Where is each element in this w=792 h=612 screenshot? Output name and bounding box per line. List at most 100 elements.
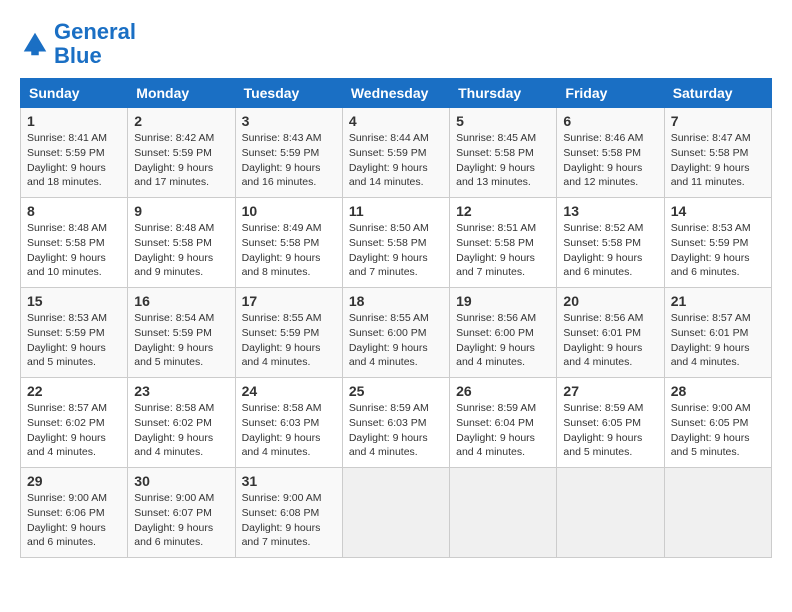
cell-content: Sunrise: 8:56 AMSunset: 6:00 PMDaylight:… (456, 311, 550, 370)
calendar-cell: 9 Sunrise: 8:48 AMSunset: 5:58 PMDayligh… (128, 198, 235, 288)
calendar-cell (342, 468, 449, 558)
calendar-cell: 27 Sunrise: 8:59 AMSunset: 6:05 PMDaylig… (557, 378, 664, 468)
day-number: 27 (563, 383, 657, 399)
day-number: 22 (27, 383, 121, 399)
calendar-cell: 11 Sunrise: 8:50 AMSunset: 5:58 PMDaylig… (342, 198, 449, 288)
calendar-cell: 23 Sunrise: 8:58 AMSunset: 6:02 PMDaylig… (128, 378, 235, 468)
cell-content: Sunrise: 8:56 AMSunset: 6:01 PMDaylight:… (563, 311, 657, 370)
day-number: 1 (27, 113, 121, 129)
day-number: 9 (134, 203, 228, 219)
calendar-cell: 1 Sunrise: 8:41 AMSunset: 5:59 PMDayligh… (21, 108, 128, 198)
calendar-cell: 6 Sunrise: 8:46 AMSunset: 5:58 PMDayligh… (557, 108, 664, 198)
cell-content: Sunrise: 8:58 AMSunset: 6:03 PMDaylight:… (242, 401, 336, 460)
day-number: 28 (671, 383, 765, 399)
cell-content: Sunrise: 8:43 AMSunset: 5:59 PMDaylight:… (242, 131, 336, 190)
day-number: 13 (563, 203, 657, 219)
cell-content: Sunrise: 8:59 AMSunset: 6:03 PMDaylight:… (349, 401, 443, 460)
cell-content: Sunrise: 8:47 AMSunset: 5:58 PMDaylight:… (671, 131, 765, 190)
cell-content: Sunrise: 8:59 AMSunset: 6:05 PMDaylight:… (563, 401, 657, 460)
calendar-cell: 8 Sunrise: 8:48 AMSunset: 5:58 PMDayligh… (21, 198, 128, 288)
day-number: 31 (242, 473, 336, 489)
day-number: 30 (134, 473, 228, 489)
day-number: 16 (134, 293, 228, 309)
calendar-cell: 28 Sunrise: 9:00 AMSunset: 6:05 PMDaylig… (664, 378, 771, 468)
day-number: 8 (27, 203, 121, 219)
cell-content: Sunrise: 8:58 AMSunset: 6:02 PMDaylight:… (134, 401, 228, 460)
logo-icon (20, 29, 50, 59)
logo: General Blue (20, 20, 136, 68)
cell-content: Sunrise: 8:52 AMSunset: 5:58 PMDaylight:… (563, 221, 657, 280)
cell-content: Sunrise: 9:00 AMSunset: 6:06 PMDaylight:… (27, 491, 121, 550)
calendar-cell: 2 Sunrise: 8:42 AMSunset: 5:59 PMDayligh… (128, 108, 235, 198)
calendar-week-row: 22 Sunrise: 8:57 AMSunset: 6:02 PMDaylig… (21, 378, 772, 468)
day-number: 29 (27, 473, 121, 489)
day-number: 11 (349, 203, 443, 219)
weekday-header: Monday (128, 79, 235, 108)
weekday-header: Tuesday (235, 79, 342, 108)
calendar-cell: 21 Sunrise: 8:57 AMSunset: 6:01 PMDaylig… (664, 288, 771, 378)
day-number: 3 (242, 113, 336, 129)
calendar-cell: 20 Sunrise: 8:56 AMSunset: 6:01 PMDaylig… (557, 288, 664, 378)
cell-content: Sunrise: 8:54 AMSunset: 5:59 PMDaylight:… (134, 311, 228, 370)
calendar-cell: 19 Sunrise: 8:56 AMSunset: 6:00 PMDaylig… (450, 288, 557, 378)
calendar-cell: 4 Sunrise: 8:44 AMSunset: 5:59 PMDayligh… (342, 108, 449, 198)
cell-content: Sunrise: 8:48 AMSunset: 5:58 PMDaylight:… (134, 221, 228, 280)
day-number: 10 (242, 203, 336, 219)
calendar-cell: 14 Sunrise: 8:53 AMSunset: 5:59 PMDaylig… (664, 198, 771, 288)
day-number: 19 (456, 293, 550, 309)
day-number: 21 (671, 293, 765, 309)
cell-content: Sunrise: 8:53 AMSunset: 5:59 PMDaylight:… (671, 221, 765, 280)
weekday-header: Saturday (664, 79, 771, 108)
day-number: 4 (349, 113, 443, 129)
calendar-cell: 12 Sunrise: 8:51 AMSunset: 5:58 PMDaylig… (450, 198, 557, 288)
cell-content: Sunrise: 8:57 AMSunset: 6:02 PMDaylight:… (27, 401, 121, 460)
calendar-cell (557, 468, 664, 558)
calendar-cell: 7 Sunrise: 8:47 AMSunset: 5:58 PMDayligh… (664, 108, 771, 198)
cell-content: Sunrise: 9:00 AMSunset: 6:05 PMDaylight:… (671, 401, 765, 460)
calendar-cell: 31 Sunrise: 9:00 AMSunset: 6:08 PMDaylig… (235, 468, 342, 558)
cell-content: Sunrise: 8:41 AMSunset: 5:59 PMDaylight:… (27, 131, 121, 190)
calendar-table: SundayMondayTuesdayWednesdayThursdayFrid… (20, 78, 772, 558)
cell-content: Sunrise: 8:53 AMSunset: 5:59 PMDaylight:… (27, 311, 121, 370)
day-number: 14 (671, 203, 765, 219)
calendar-cell: 5 Sunrise: 8:45 AMSunset: 5:58 PMDayligh… (450, 108, 557, 198)
cell-content: Sunrise: 8:55 AMSunset: 6:00 PMDaylight:… (349, 311, 443, 370)
calendar-cell: 16 Sunrise: 8:54 AMSunset: 5:59 PMDaylig… (128, 288, 235, 378)
calendar-cell: 3 Sunrise: 8:43 AMSunset: 5:59 PMDayligh… (235, 108, 342, 198)
day-number: 25 (349, 383, 443, 399)
day-number: 20 (563, 293, 657, 309)
day-number: 18 (349, 293, 443, 309)
calendar-cell: 24 Sunrise: 8:58 AMSunset: 6:03 PMDaylig… (235, 378, 342, 468)
cell-content: Sunrise: 9:00 AMSunset: 6:08 PMDaylight:… (242, 491, 336, 550)
calendar-cell: 26 Sunrise: 8:59 AMSunset: 6:04 PMDaylig… (450, 378, 557, 468)
cell-content: Sunrise: 8:42 AMSunset: 5:59 PMDaylight:… (134, 131, 228, 190)
calendar-cell: 30 Sunrise: 9:00 AMSunset: 6:07 PMDaylig… (128, 468, 235, 558)
cell-content: Sunrise: 8:49 AMSunset: 5:58 PMDaylight:… (242, 221, 336, 280)
day-number: 12 (456, 203, 550, 219)
calendar-cell: 25 Sunrise: 8:59 AMSunset: 6:03 PMDaylig… (342, 378, 449, 468)
calendar-cell: 22 Sunrise: 8:57 AMSunset: 6:02 PMDaylig… (21, 378, 128, 468)
cell-content: Sunrise: 9:00 AMSunset: 6:07 PMDaylight:… (134, 491, 228, 550)
calendar-cell: 13 Sunrise: 8:52 AMSunset: 5:58 PMDaylig… (557, 198, 664, 288)
day-number: 6 (563, 113, 657, 129)
weekday-header: Thursday (450, 79, 557, 108)
day-number: 5 (456, 113, 550, 129)
cell-content: Sunrise: 8:55 AMSunset: 5:59 PMDaylight:… (242, 311, 336, 370)
day-number: 2 (134, 113, 228, 129)
cell-content: Sunrise: 8:45 AMSunset: 5:58 PMDaylight:… (456, 131, 550, 190)
day-number: 24 (242, 383, 336, 399)
cell-content: Sunrise: 8:59 AMSunset: 6:04 PMDaylight:… (456, 401, 550, 460)
calendar-week-row: 15 Sunrise: 8:53 AMSunset: 5:59 PMDaylig… (21, 288, 772, 378)
day-number: 23 (134, 383, 228, 399)
cell-content: Sunrise: 8:50 AMSunset: 5:58 PMDaylight:… (349, 221, 443, 280)
cell-content: Sunrise: 8:44 AMSunset: 5:59 PMDaylight:… (349, 131, 443, 190)
page-header: General Blue (20, 20, 772, 68)
cell-content: Sunrise: 8:48 AMSunset: 5:58 PMDaylight:… (27, 221, 121, 280)
cell-content: Sunrise: 8:46 AMSunset: 5:58 PMDaylight:… (563, 131, 657, 190)
calendar-cell: 18 Sunrise: 8:55 AMSunset: 6:00 PMDaylig… (342, 288, 449, 378)
calendar-week-row: 29 Sunrise: 9:00 AMSunset: 6:06 PMDaylig… (21, 468, 772, 558)
weekday-header: Friday (557, 79, 664, 108)
weekday-header: Sunday (21, 79, 128, 108)
day-number: 7 (671, 113, 765, 129)
logo-text: General Blue (54, 20, 136, 68)
